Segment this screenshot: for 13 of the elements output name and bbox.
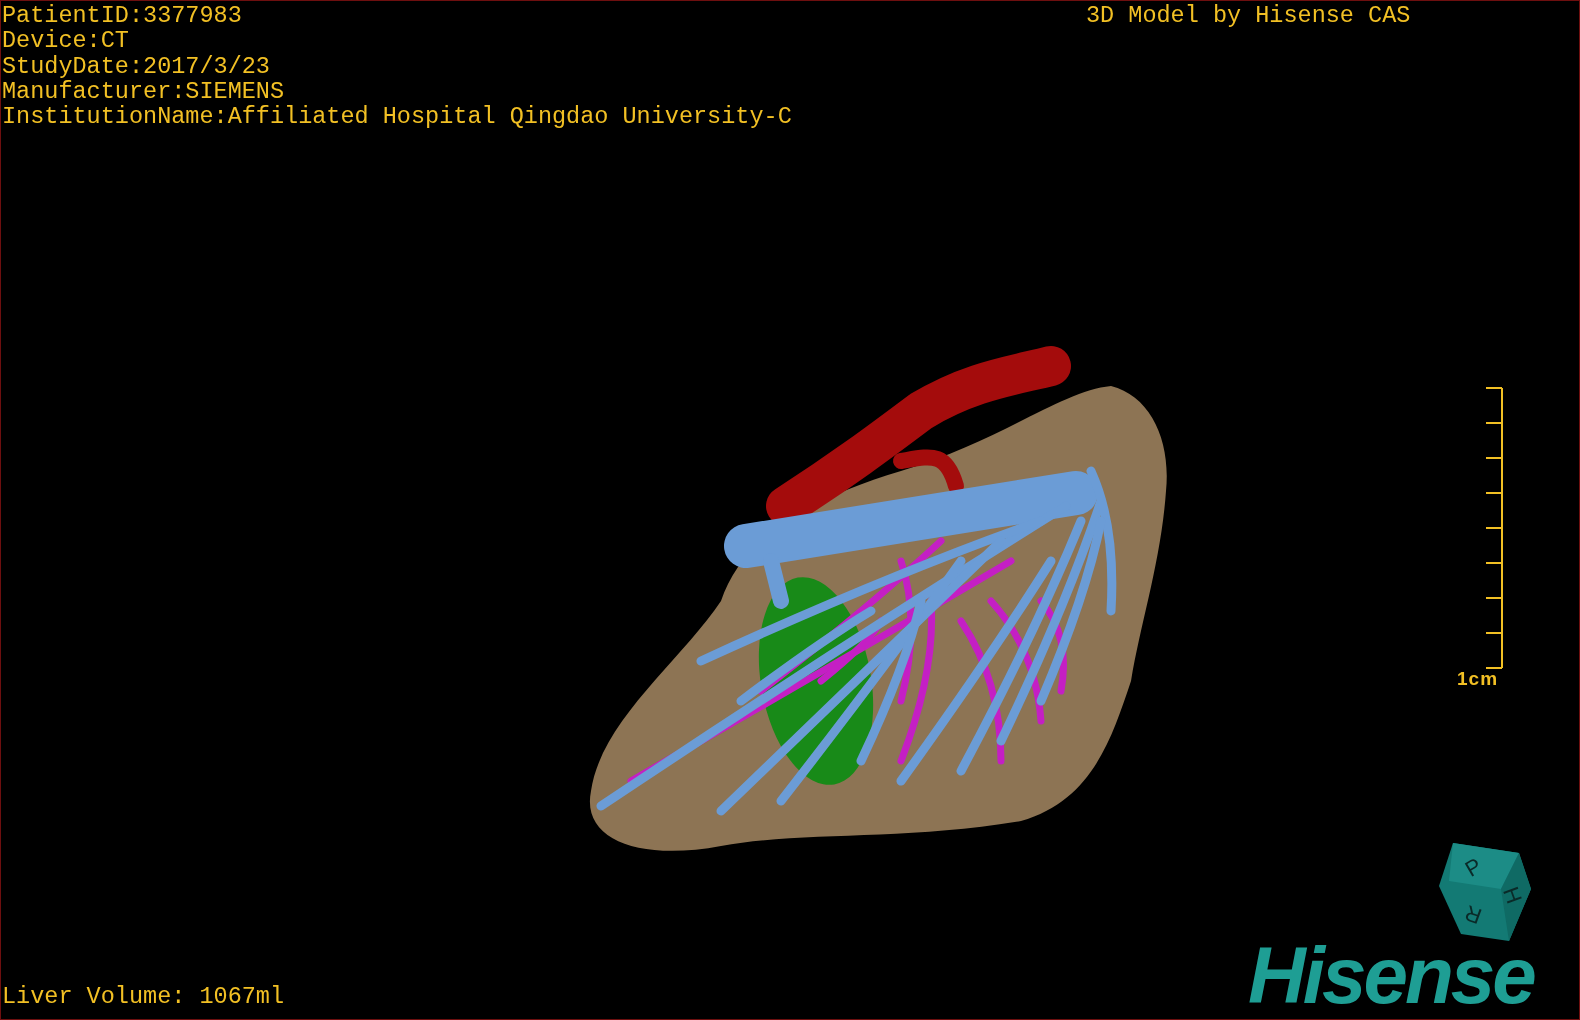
study-info-text: StudyDate:2017/3/23	[2, 53, 271, 79]
app-title: 3D Model by Hisense CAS	[1086, 3, 1411, 29]
study-info-text: Manufacturer:SIEMENS	[2, 78, 286, 105]
cube-face-label: P	[1460, 852, 1486, 882]
study-info-text: Device:CT	[2, 28, 130, 54]
study-info-text: PatientID:3377983	[2, 3, 243, 29]
liver-volume-text: Liver Volume: 1067ml	[2, 984, 285, 1010]
brand-logo: Hisense	[1248, 936, 1534, 1016]
scale-label: 1cm	[1457, 668, 1499, 690]
cube-face-label: R	[1461, 900, 1485, 929]
study-info-text: InstitutionName:Affiliated Hospital Qingdao University-C	[2, 104, 792, 130]
cube-face-label: H	[1498, 883, 1527, 907]
scale-bar-icon	[1485, 387, 1505, 671]
